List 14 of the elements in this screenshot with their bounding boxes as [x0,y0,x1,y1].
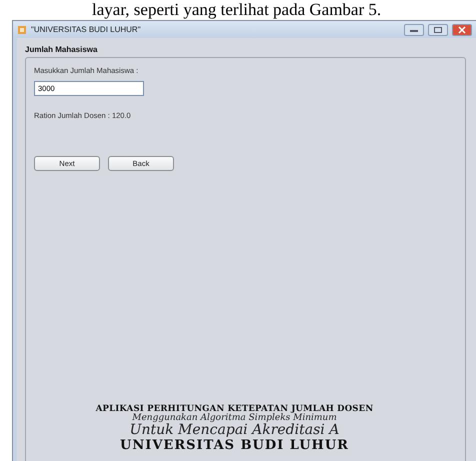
close-button[interactable] [452,24,472,36]
group-title: Jumlah Mahasiswa [25,45,98,54]
university-name: UNIVERSITAS BUDI LUHUR [120,438,349,453]
app-icon [17,24,27,34]
window-title: "UNIVERSITAS BUDI LUHUR" [31,25,142,34]
app-heading: APLIKASI PERHITUNGAN KETEPATAN JUMLAH DOSEN [96,404,374,414]
maximize-button[interactable] [428,24,448,36]
close-icon [458,26,466,34]
maximize-icon [434,26,442,32]
caption-text: layar, seperti yang terlihat pada Gambar 5. [91,0,382,20]
minimize-button[interactable] [404,24,424,36]
tagline-text: Untuk Mencapai Akreditasi A [130,423,340,438]
minimize-icon [410,28,418,32]
subtitle-text: Menggunakan Algoritma Simpleks Minimum [132,414,337,423]
